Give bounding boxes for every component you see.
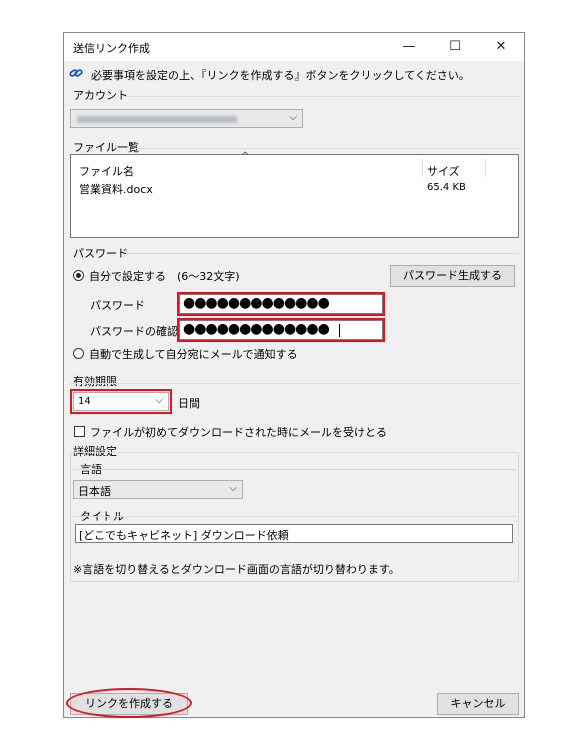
account-divider [124, 96, 519, 97]
title-bar: 送信リンク作成 — ☐ ✕ [64, 33, 524, 61]
auto-password-option[interactable]: 自動で生成して自分宛にメールで通知する [89, 346, 298, 362]
chevron-down-icon: ⌵ [229, 483, 237, 494]
sort-arrow-icon: ^ [241, 151, 250, 162]
password-highlight-box [177, 292, 385, 316]
file-size-cell: 65.4 KB [427, 182, 466, 193]
column-header-size[interactable]: サイズ [427, 163, 460, 179]
generate-password-button[interactable]: パスワード生成する [390, 265, 515, 287]
password-length-hint: (6～32文字) [177, 270, 240, 283]
radio-selected-dot [76, 273, 81, 278]
manual-password-option[interactable]: 自分で設定する [89, 268, 166, 284]
password-label: パスワード [90, 299, 145, 312]
password-confirm-highlight-box [177, 318, 385, 342]
notify-checkbox-label[interactable]: ファイルが初めてダウンロードされた時にメールを受けとる [90, 424, 387, 440]
create-link-highlight-ellipse [66, 688, 192, 718]
language-select[interactable]: 日本語 ⌵ [73, 480, 243, 499]
link-icon [69, 67, 83, 79]
account-value-blurred [77, 116, 237, 123]
title-input[interactable]: [どこでもキャビネット] ダウンロード依頼 [75, 524, 513, 543]
manual-password-radio[interactable] [73, 270, 84, 281]
column-header-name[interactable]: ファイル名 [79, 163, 134, 179]
password-confirm-label: パスワードの確認 [90, 325, 178, 338]
auto-password-radio[interactable] [73, 348, 84, 359]
file-list-divider [134, 148, 519, 149]
language-value: 日本語 [78, 485, 111, 498]
account-label: アカウント [73, 89, 128, 102]
info-message: 必要事項を設定の上、『リンクを作成する』ボタンをクリックしてください。 [91, 69, 470, 82]
notify-checkbox[interactable] [74, 426, 85, 437]
column-divider [422, 159, 423, 177]
column-divider [485, 159, 486, 177]
file-list-label: ファイル一覧 [73, 141, 139, 154]
expiry-unit: 日間 [178, 397, 200, 410]
close-button[interactable]: ✕ [478, 33, 524, 61]
window-title: 送信リンク作成 [73, 42, 150, 55]
language-note: ※言語を切り替えるとダウンロード画面の言語が切り替わります。 [73, 563, 400, 576]
password-group-label: パスワード [73, 247, 128, 260]
send-link-dialog: 送信リンク作成 — ☐ ✕ 必要事項を設定の上、『リンクを作成する』ボタンをクリ… [63, 32, 525, 718]
title-value: [どこでもキャビネット] ダウンロード依頼 [79, 529, 289, 542]
table-row[interactable]: 営業資料.docx 65.4 KB [71, 181, 518, 197]
file-list-table[interactable]: ^ ファイル名 サイズ 営業資料.docx 65.4 KB [70, 151, 519, 238]
maximize-button[interactable]: ☐ [432, 33, 478, 61]
expiry-highlight-box [70, 389, 172, 414]
cancel-button[interactable]: キャンセル [437, 693, 519, 715]
password-divider [126, 253, 519, 254]
file-name-cell: 営業資料.docx [79, 183, 153, 196]
minimize-button[interactable]: — [386, 33, 432, 61]
account-select[interactable]: ⌵ [70, 109, 303, 128]
chevron-down-icon: ⌵ [289, 112, 297, 123]
